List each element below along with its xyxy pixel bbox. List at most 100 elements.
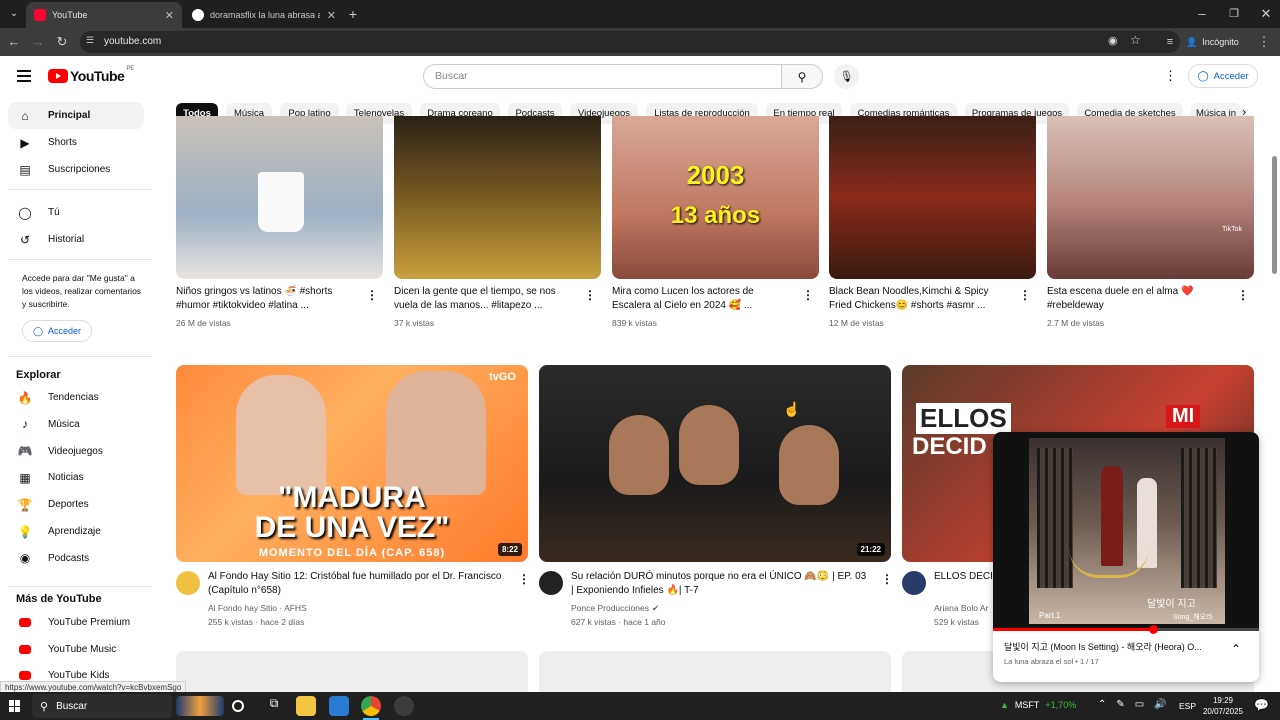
news-widget-icon[interactable]	[176, 696, 224, 716]
video-thumbnail[interactable]: 21:22	[539, 365, 891, 562]
short-thumbnail[interactable]: 2003 13 años	[612, 116, 819, 279]
sidebar-item-tú[interactable]: ◯ Tú	[8, 199, 144, 226]
browser-tab-bar: ⌄ YouTube ✕ doramasflix la luna abrasa a…	[0, 0, 1280, 28]
video-title[interactable]: Al Fondo Hay Sitio 12: Cristóbal fue hum…	[208, 570, 508, 598]
sidebar-item-label: Suscripciones	[48, 164, 111, 175]
channel-avatar[interactable]	[539, 571, 563, 595]
forward-icon[interactable]: →	[28, 28, 48, 56]
network-icon[interactable]: ▭	[1135, 699, 1144, 710]
sidebar-item-historial[interactable]: ↺ Historial	[8, 226, 144, 253]
stock-widget[interactable]: ▲ MSFT +1,70%	[1000, 700, 1076, 710]
chevron-up-icon[interactable]: ⌃	[1098, 699, 1106, 710]
cortana-icon[interactable]	[232, 700, 244, 712]
sidebar-signin-button[interactable]: ◯ Acceder	[22, 320, 92, 342]
minimize-icon[interactable]: –	[1192, 0, 1212, 28]
media-control-icon[interactable]: ≡	[1160, 28, 1180, 56]
miniplayer-scrubber[interactable]	[1148, 625, 1158, 634]
tray-icons[interactable]: ⌃ ✎ ▭ 🔊	[1098, 699, 1167, 710]
more-actions-icon[interactable]: ⋮	[584, 288, 596, 302]
sidebar-item-tendencias[interactable]: 🔥 Tendencias	[8, 384, 144, 411]
sidebar-item-música[interactable]: ♪ Música	[8, 411, 144, 438]
sidebar-item-shorts[interactable]: ▶ Shorts	[8, 129, 144, 156]
tab-youtube[interactable]: YouTube ✕	[26, 2, 182, 28]
short-title[interactable]: Dicen la gente que el tiempo, se nos vue…	[394, 285, 574, 313]
taskbar-search[interactable]: ⚲ Buscar	[32, 694, 172, 718]
video-title[interactable]: Su relación DURÓ minutos porque no era e…	[571, 570, 871, 598]
sidebar-item-label: Aprendizaje	[48, 526, 101, 537]
tab-doramasflix[interactable]: doramasflix la luna abrasa al so ✕	[184, 2, 344, 28]
sidebar-item-deportes[interactable]: 🏆 Deportes	[8, 491, 144, 518]
tab-list-icon[interactable]: ⌄	[4, 0, 24, 28]
channel-name[interactable]: Ponce Producciones ✔	[571, 601, 659, 615]
sidebar-item-suscripciones[interactable]: ▤ Suscripciones	[8, 156, 144, 183]
chrome-icon[interactable]	[361, 696, 381, 716]
more-actions-icon[interactable]: ⋮	[366, 288, 378, 302]
new-tab-icon[interactable]: +	[344, 0, 362, 28]
more-actions-icon[interactable]: ⋮	[1019, 288, 1031, 302]
sidebar-item-podcasts[interactable]: ◉ Podcasts	[8, 545, 144, 572]
sidebar-item-principal[interactable]: ⌂ Principal	[8, 102, 144, 129]
sidebar-item-aprendizaje[interactable]: 💡 Aprendizaje	[8, 518, 144, 545]
short-title[interactable]: Mira como Lucen los actores de Escalera …	[612, 285, 792, 313]
incognito-badge[interactable]: 👤 Incógnito	[1186, 33, 1239, 51]
channel-avatar[interactable]	[176, 571, 200, 595]
short-thumbnail[interactable]	[394, 116, 601, 279]
reload-icon[interactable]: ↻	[52, 28, 72, 56]
short-thumbnail[interactable]: TikTok	[1047, 116, 1254, 279]
short-views: 839 k vistas	[612, 318, 657, 328]
miniplayer[interactable]: Part.1 달빛이 지고 Song_해오라 달빛이 지고 (Moon Is S…	[993, 432, 1259, 682]
more-actions-icon[interactable]: ⋮	[802, 288, 814, 302]
pen-icon[interactable]: ✎	[1116, 699, 1124, 710]
search-button[interactable]: ⚲	[781, 64, 823, 89]
bookmark-star-icon[interactable]: ☆	[1130, 33, 1141, 47]
video-thumbnail[interactable]: "MADURA DE UNA VEZ" MOMENTO DEL DÍA (CAP. …	[176, 365, 528, 562]
start-icon[interactable]	[9, 700, 21, 712]
channel-name[interactable]: Al Fondo hay Sitio · AFHS	[208, 601, 307, 615]
sidebar-item-noticias[interactable]: ▦ Noticias	[8, 464, 144, 491]
sidebar-item-youtube-1[interactable]: YouTube Music	[8, 636, 144, 663]
sidebar-item-label: Historial	[48, 234, 85, 245]
channel-avatar[interactable]	[902, 571, 926, 595]
address-bar[interactable]: ☰ youtube.com ◉ ☆	[80, 31, 1180, 53]
notifications-icon[interactable]: 💬	[1254, 698, 1269, 712]
miniplayer-video[interactable]: Part.1 달빛이 지고 Song_해오라	[993, 432, 1259, 630]
task-view-icon[interactable]: ⧉	[264, 696, 284, 716]
sidebar-item-youtube-0[interactable]: YouTube Premium	[8, 609, 144, 636]
volume-icon[interactable]: 🔊	[1154, 699, 1166, 710]
search-input[interactable]: Buscar	[423, 64, 782, 89]
restore-icon[interactable]: ❐	[1224, 0, 1244, 28]
voice-search-button[interactable]: 🎙	[834, 64, 859, 89]
short-thumbnail[interactable]	[176, 116, 383, 279]
clock[interactable]: 19:29 20/07/2025	[1200, 695, 1246, 717]
site-info-icon[interactable]: ☰	[86, 35, 98, 47]
signin-button[interactable]: ◯ Acceder	[1188, 64, 1258, 88]
youtube-logo[interactable]: YouTube PE	[48, 66, 134, 84]
window-close-icon[interactable]: ✕	[1256, 0, 1276, 28]
more-actions-icon[interactable]: ⋮	[1237, 288, 1249, 302]
channel-name[interactable]: Ariana Bolo Ar	[934, 601, 988, 615]
short-title[interactable]: Esta escena duele en el alma ❤️ #rebelde…	[1047, 285, 1227, 313]
guide-menu-icon[interactable]	[17, 70, 31, 82]
more-actions-icon[interactable]: ⋮	[518, 572, 530, 586]
miniplayer-progress-track[interactable]	[993, 625, 1259, 634]
chrome-incognito-icon[interactable]	[394, 696, 414, 716]
back-icon[interactable]: ←	[4, 28, 24, 56]
language-indicator[interactable]: ESP	[1179, 701, 1196, 711]
more-actions-icon[interactable]: ⋮	[881, 572, 893, 586]
eye-off-icon[interactable]: ◉	[1108, 34, 1118, 47]
store-icon[interactable]	[329, 696, 349, 716]
sidebar-item-label: Videojuegos	[48, 445, 103, 457]
sidebar-item-videojuegos[interactable]: 🎮 Videojuegos	[8, 438, 144, 465]
chevron-up-icon[interactable]: ⌃	[1231, 642, 1241, 656]
close-icon[interactable]: ✕	[327, 9, 336, 22]
short-title[interactable]: Black Bean Noodles,Kimchi & Spicy Fried …	[829, 285, 1009, 313]
menu-icon[interactable]: ⋮	[1256, 28, 1272, 56]
settings-menu-icon[interactable]: ⋮	[1164, 68, 1177, 84]
file-explorer-icon[interactable]	[296, 696, 316, 716]
news-icon: ▦	[19, 470, 31, 485]
close-icon[interactable]: ✕	[165, 9, 174, 22]
short-thumbnail[interactable]	[829, 116, 1036, 279]
page-scrollbar[interactable]	[1272, 156, 1277, 274]
miniplayer-title[interactable]: 달빛이 지고 (Moon Is Setting) - 해오라 (Heora) O…	[1004, 640, 1224, 653]
short-title[interactable]: Niños gringos vs latinos 🍜 #shorts #humo…	[176, 285, 356, 313]
